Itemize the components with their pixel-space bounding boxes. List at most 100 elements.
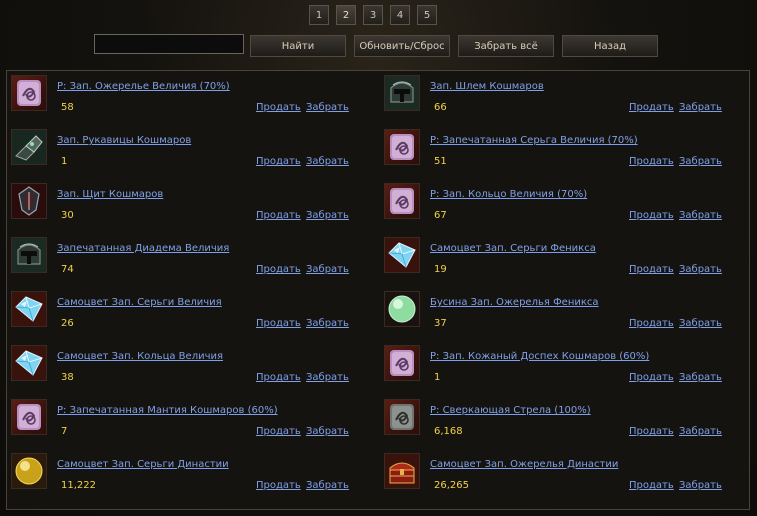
page-1-button[interactable]: 1: [309, 5, 329, 25]
item-count: 38: [61, 372, 74, 383]
take-link[interactable]: Забрать: [679, 318, 722, 329]
sell-link[interactable]: Продать: [256, 156, 301, 167]
item-row: Р: Зап. Ожерелье Величия (70%) 58 Продать З…: [7, 71, 379, 125]
item-count: 66: [434, 102, 447, 113]
diamond-gem-icon: [11, 345, 47, 381]
take-link[interactable]: Забрать: [679, 372, 722, 383]
take-link[interactable]: Забрать: [679, 426, 722, 437]
item-count: 30: [61, 210, 74, 221]
sell-link[interactable]: Продать: [629, 426, 674, 437]
diamond-gem-icon: [11, 291, 47, 327]
sell-link[interactable]: Продать: [629, 264, 674, 275]
sell-link[interactable]: Продать: [629, 372, 674, 383]
item-name-link[interactable]: Самоцвет Зап. Кольца Величия: [57, 351, 223, 362]
scroll-recipe-icon: [11, 399, 47, 435]
gauntlets-icon: [11, 129, 47, 165]
item-name-link[interactable]: Бусина Зап. Ожерелья Феникса: [430, 297, 599, 308]
pagination: 1 2 3 4 5: [309, 5, 437, 25]
sell-link[interactable]: Продать: [256, 102, 301, 113]
item-row: Зап. Рукавицы Кошмаров 1 Продать Забрать: [7, 125, 379, 179]
page-3-button[interactable]: 3: [363, 5, 383, 25]
sell-link[interactable]: Продать: [629, 318, 674, 329]
helmet-icon: [11, 237, 47, 273]
item-row: Самоцвет Зап. Серьги Феникса 19 Продать Заб…: [380, 233, 752, 287]
page-4-button[interactable]: 4: [390, 5, 410, 25]
item-name-link[interactable]: Р: Зап. Кожаный Доспех Кошмаров (60%): [430, 351, 649, 362]
take-link[interactable]: Забрать: [306, 102, 349, 113]
grey-scroll-icon: [384, 399, 420, 435]
take-link[interactable]: Забрать: [306, 426, 349, 437]
item-name-link[interactable]: Р: Сверкающая Стрела (100%): [430, 405, 591, 416]
item-name-link[interactable]: Самоцвет Зап. Серьги Династии: [57, 459, 229, 470]
take-link[interactable]: Забрать: [306, 318, 349, 329]
page-5-button[interactable]: 5: [417, 5, 437, 25]
take-link[interactable]: Забрать: [679, 210, 722, 221]
item-name-link[interactable]: Зап. Щит Кошмаров: [57, 189, 163, 200]
sell-link[interactable]: Продать: [256, 426, 301, 437]
item-row: Самоцвет Зап. Ожерелья Династии 26,265 Про…: [380, 449, 752, 503]
item-row: Р: Запечатанная Серьга Величия (70%) 51 Пр…: [380, 125, 752, 179]
item-count: 19: [434, 264, 447, 275]
item-name-link[interactable]: Зап. Шлем Кошмаров: [430, 81, 544, 92]
take-link[interactable]: Забрать: [679, 102, 722, 113]
item-count: 7: [61, 426, 68, 437]
item-row: Р: Зап. Кожаный Доспех Кошмаров (60%) 1 Пр…: [380, 341, 752, 395]
warehouse-window: 1 2 3 4 5 Найти Обновить/Сброс Забрать в…: [0, 0, 757, 516]
item-name-link[interactable]: Р: Запечатанная Мантия Кошмаров (60%): [57, 405, 278, 416]
sell-link[interactable]: Продать: [629, 210, 674, 221]
item-name-link[interactable]: Самоцвет Зап. Серьги Феникса: [430, 243, 596, 254]
green-bead-icon: [384, 291, 420, 327]
back-button[interactable]: Назад: [562, 35, 658, 57]
take-link[interactable]: Забрать: [306, 156, 349, 167]
take-link[interactable]: Забрать: [306, 264, 349, 275]
sell-link[interactable]: Продать: [629, 480, 674, 491]
scroll-recipe-icon: [384, 345, 420, 381]
item-count: 51: [434, 156, 447, 167]
take-all-button[interactable]: Забрать всё: [458, 35, 554, 57]
item-name-link[interactable]: Самоцвет Зап. Серьги Величия: [57, 297, 222, 308]
sell-link[interactable]: Продать: [256, 480, 301, 491]
sell-link[interactable]: Продать: [629, 156, 674, 167]
item-row: Р: Сверкающая Стрела (100%) 6,168 Продать З…: [380, 395, 752, 449]
item-row: Зап. Щит Кошмаров 30 Продать Забрать: [7, 179, 379, 233]
scroll-recipe-icon: [11, 75, 47, 111]
item-count: 67: [434, 210, 447, 221]
search-input[interactable]: [94, 34, 244, 54]
shield-icon: [11, 183, 47, 219]
item-name-link[interactable]: Запечатанная Диадема Величия: [57, 243, 229, 254]
item-row: Зап. Шлем Кошмаров 66 Продать Забрать: [380, 71, 752, 125]
item-name-link[interactable]: Р: Зап. Кольцо Величия (70%): [430, 189, 587, 200]
item-count: 37: [434, 318, 447, 329]
item-name-link[interactable]: Зап. Рукавицы Кошмаров: [57, 135, 191, 146]
sell-link[interactable]: Продать: [256, 264, 301, 275]
items-panel: Р: Зап. Ожерелье Величия (70%) 58 Продать З…: [6, 70, 750, 510]
item-row: Р: Зап. Кольцо Величия (70%) 67 Продать Заб…: [380, 179, 752, 233]
item-name-link[interactable]: Р: Запечатанная Серьга Величия (70%): [430, 135, 638, 146]
find-button[interactable]: Найти: [250, 35, 346, 57]
diamond-gem-icon: [384, 237, 420, 273]
take-link[interactable]: Забрать: [679, 156, 722, 167]
take-link[interactable]: Забрать: [306, 210, 349, 221]
page-2-button[interactable]: 2: [336, 5, 356, 25]
item-count: 11,222: [61, 480, 96, 491]
item-row: Самоцвет Зап. Кольца Величия 38 Продать Заб…: [7, 341, 379, 395]
sell-link[interactable]: Продать: [629, 102, 674, 113]
item-count: 1: [434, 372, 441, 383]
scroll-recipe-icon: [384, 183, 420, 219]
take-link[interactable]: Забрать: [306, 372, 349, 383]
item-row: Бусина Зап. Ожерелья Феникса 37 Продать Заб…: [380, 287, 752, 341]
item-row: Самоцвет Зап. Серьги Династии 11,222 Прода…: [7, 449, 379, 503]
take-link[interactable]: Забрать: [306, 480, 349, 491]
item-name-link[interactable]: Р: Зап. Ожерелье Величия (70%): [57, 81, 230, 92]
item-name-link[interactable]: Самоцвет Зап. Ожерелья Династии: [430, 459, 618, 470]
item-row: Р: Запечатанная Мантия Кошмаров (60%) 7 Пр…: [7, 395, 379, 449]
sell-link[interactable]: Продать: [256, 372, 301, 383]
item-count: 1: [61, 156, 68, 167]
gold-orb-icon: [11, 453, 47, 489]
item-row: Запечатанная Диадема Величия 74 Продать Заб…: [7, 233, 379, 287]
sell-link[interactable]: Продать: [256, 210, 301, 221]
take-link[interactable]: Забрать: [679, 480, 722, 491]
take-link[interactable]: Забрать: [679, 264, 722, 275]
sell-link[interactable]: Продать: [256, 318, 301, 329]
refresh-reset-button[interactable]: Обновить/Сброс: [354, 35, 450, 57]
